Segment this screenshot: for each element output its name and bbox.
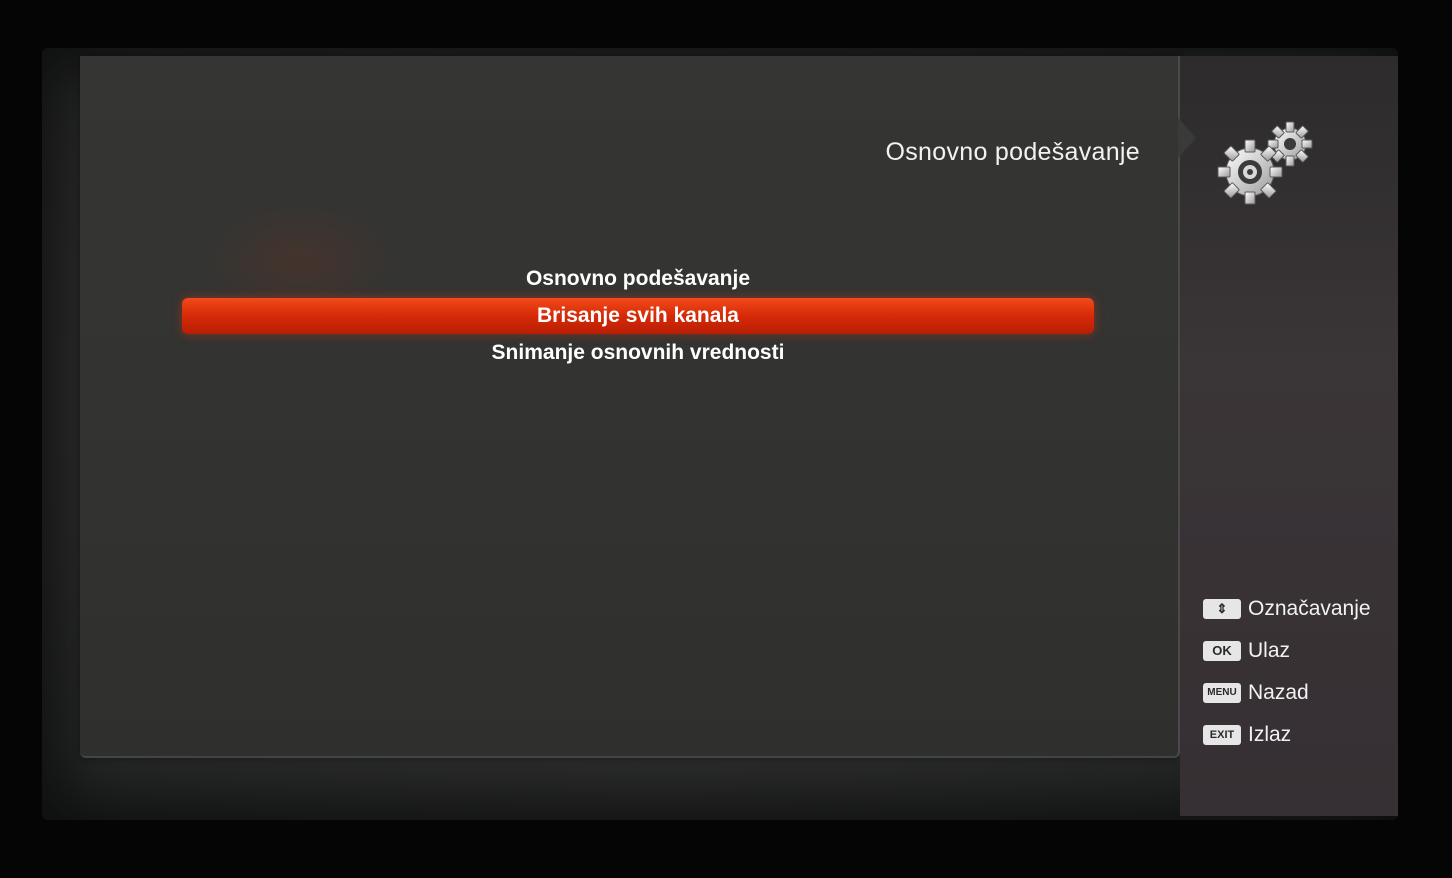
gear-icon	[1217, 121, 1313, 205]
up-down-arrows-icon: ⇕	[1203, 599, 1241, 619]
menu-item-save-defaults[interactable]: Snimanje osnovnih vrednosti	[182, 335, 1094, 371]
menu-item-delete-all-channels[interactable]: Brisanje svih kanala	[182, 298, 1094, 334]
help-back-label: Nazad	[1248, 681, 1309, 704]
help-exit-label: Izlaz	[1248, 723, 1292, 746]
ok-key-badge: OK	[1203, 641, 1241, 661]
help-back: MENU Nazad	[1203, 678, 1309, 708]
panel-notch	[1178, 118, 1196, 158]
help-enter: OK Ulaz	[1203, 636, 1290, 666]
help-enter-label: Ulaz	[1248, 639, 1291, 662]
help-exit: EXIT Izlaz	[1203, 720, 1291, 750]
page-title: Osnovno podešavanje	[885, 138, 1140, 166]
help-select-label: Označavanje	[1248, 597, 1371, 620]
menu-key-badge: MENU	[1203, 683, 1241, 703]
menu-item-basic-settings[interactable]: Osnovno podešavanje	[182, 261, 1094, 297]
help-select: ⇕ Označavanje	[1203, 594, 1371, 624]
exit-key-badge: EXIT	[1203, 725, 1241, 745]
